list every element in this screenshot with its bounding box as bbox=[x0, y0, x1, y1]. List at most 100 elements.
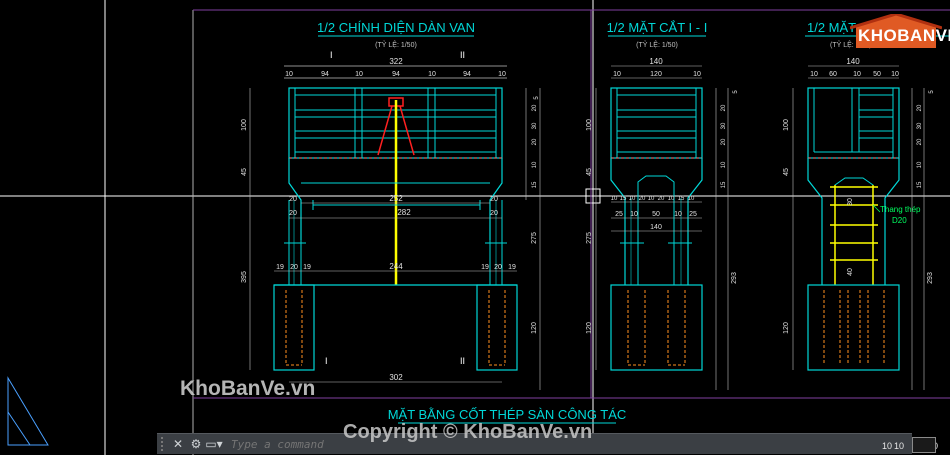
svg-text:244: 244 bbox=[389, 262, 403, 271]
svg-text:15: 15 bbox=[917, 181, 923, 188]
watermark-left: KhoBanVe.vn bbox=[180, 377, 316, 400]
svg-text:60: 60 bbox=[829, 71, 837, 78]
svg-text:10: 10 bbox=[674, 211, 682, 218]
svg-text:20: 20 bbox=[532, 104, 538, 111]
svg-text:30: 30 bbox=[532, 122, 538, 129]
svg-text:15: 15 bbox=[620, 196, 627, 202]
front-top-dim: 10 bbox=[428, 71, 436, 78]
svg-text:10: 10 bbox=[611, 196, 618, 202]
svg-text:5: 5 bbox=[929, 90, 935, 94]
front-top-dim: 94 bbox=[392, 71, 400, 78]
ucs-icon bbox=[7, 376, 49, 446]
svg-text:45: 45 bbox=[783, 168, 790, 176]
logo-text: KHOBANVE bbox=[858, 26, 950, 45]
close-icon[interactable]: ✕ bbox=[169, 437, 187, 451]
svg-text:275: 275 bbox=[531, 232, 538, 244]
svg-text:302: 302 bbox=[389, 373, 403, 382]
svg-text:20: 20 bbox=[721, 138, 727, 145]
command-history-icon[interactable]: ▭▾ bbox=[205, 437, 223, 451]
section-mark: II bbox=[460, 356, 465, 366]
svg-text:45: 45 bbox=[586, 168, 593, 176]
front-view-scale: (TỶ LỆ: 1/50) bbox=[375, 40, 417, 49]
svg-text:293: 293 bbox=[731, 272, 738, 284]
svg-text:140: 140 bbox=[649, 57, 663, 66]
svg-text:25: 25 bbox=[615, 211, 623, 218]
front-view-title: 1/2 CHÍNH DIỆN DÀN VAN bbox=[317, 20, 475, 35]
svg-text:20: 20 bbox=[290, 264, 298, 271]
svg-text:120: 120 bbox=[531, 322, 538, 334]
section-1-view: 1/2 MẶT CẮT I - I (TỶ LỆ: 1/50) 140 10 1… bbox=[586, 20, 739, 390]
svg-text:10: 10 bbox=[630, 211, 638, 218]
svg-text:120: 120 bbox=[586, 322, 593, 334]
section-1-title: 1/2 MẶT CẮT I - I bbox=[607, 20, 708, 35]
cad-drawing-canvas[interactable]: 1/2 CHÍNH DIỆN DÀN VAN (TỶ LỆ: 1/50) 322… bbox=[0, 0, 950, 455]
svg-text:20: 20 bbox=[721, 104, 727, 111]
section-mark: II bbox=[460, 50, 465, 60]
svg-text:5: 5 bbox=[534, 96, 540, 100]
svg-text:10: 10 bbox=[668, 196, 675, 202]
svg-text:10: 10 bbox=[648, 196, 655, 202]
svg-text:19: 19 bbox=[303, 264, 311, 271]
section-mark: I bbox=[325, 356, 328, 366]
watermark-center: Copyright © KhoBanVe.vn bbox=[343, 421, 593, 443]
svg-text:140: 140 bbox=[846, 57, 860, 66]
svg-text:100: 100 bbox=[783, 119, 790, 131]
svg-text:10: 10 bbox=[853, 71, 861, 78]
svg-text:50: 50 bbox=[873, 71, 881, 78]
ladder-label-size: D20 bbox=[892, 216, 907, 225]
svg-text:20: 20 bbox=[658, 196, 665, 202]
svg-text:20: 20 bbox=[917, 104, 923, 111]
svg-text:20: 20 bbox=[917, 138, 923, 145]
svg-text:20: 20 bbox=[490, 196, 498, 203]
svg-text:120: 120 bbox=[783, 322, 790, 334]
svg-text:30: 30 bbox=[847, 198, 854, 206]
svg-text:50: 50 bbox=[652, 211, 660, 218]
svg-text:20: 20 bbox=[639, 196, 646, 202]
bottom-dim: 10 bbox=[882, 441, 893, 451]
svg-text:15: 15 bbox=[678, 196, 685, 202]
svg-text:120: 120 bbox=[650, 71, 662, 78]
front-top-dim: 94 bbox=[463, 71, 471, 78]
svg-text:10: 10 bbox=[532, 161, 538, 168]
svg-text:252: 252 bbox=[389, 194, 403, 203]
front-top-dim: 10 bbox=[355, 71, 363, 78]
svg-text:10: 10 bbox=[629, 196, 636, 202]
svg-text:10: 10 bbox=[693, 71, 701, 78]
svg-text:10: 10 bbox=[721, 161, 727, 168]
svg-text:395: 395 bbox=[241, 271, 248, 283]
ladder-label: Thang thép bbox=[880, 205, 921, 214]
svg-text:30: 30 bbox=[721, 122, 727, 129]
svg-text:10: 10 bbox=[810, 71, 818, 78]
svg-text:20: 20 bbox=[289, 210, 297, 217]
section-2-view: 1/2 MẶT CẮT II - II (TỶ LỆ: 1/50) 140 10… bbox=[783, 20, 950, 390]
svg-text:282: 282 bbox=[397, 208, 411, 217]
svg-text:40: 40 bbox=[847, 268, 854, 276]
front-view: 1/2 CHÍNH DIỆN DÀN VAN (TỶ LỆ: 1/50) 322… bbox=[241, 20, 541, 390]
svg-text:20: 20 bbox=[494, 264, 502, 271]
svg-text:140: 140 bbox=[650, 224, 662, 231]
svg-text:10: 10 bbox=[613, 71, 621, 78]
svg-text:(TỶ LỆ: 1/50): (TỶ LỆ: 1/50) bbox=[636, 40, 678, 49]
svg-text:25: 25 bbox=[689, 211, 697, 218]
grip-handle[interactable] bbox=[161, 437, 169, 451]
svg-text:100: 100 bbox=[586, 119, 593, 131]
svg-text:275: 275 bbox=[586, 232, 593, 244]
svg-text:19: 19 bbox=[481, 264, 489, 271]
svg-text:30: 30 bbox=[917, 122, 923, 129]
wrench-icon[interactable]: ⚙ bbox=[187, 437, 205, 451]
viewport-button[interactable] bbox=[912, 437, 936, 453]
section-mark: I bbox=[330, 50, 333, 60]
svg-text:100: 100 bbox=[241, 119, 248, 131]
svg-text:10: 10 bbox=[917, 161, 923, 168]
svg-text:5: 5 bbox=[733, 90, 739, 94]
plan-title: MẶT BẰNG CỐT THÉP SÀN CÔNG TÁC bbox=[388, 407, 627, 422]
front-top-dim: 94 bbox=[321, 71, 329, 78]
front-top-dim: 10 bbox=[285, 71, 293, 78]
svg-text:20: 20 bbox=[532, 138, 538, 145]
bottom-dim: 10 bbox=[894, 441, 905, 451]
svg-text:10: 10 bbox=[891, 71, 899, 78]
svg-text:19: 19 bbox=[508, 264, 516, 271]
front-top-dim: 10 bbox=[498, 71, 506, 78]
ucs-icon-line bbox=[7, 411, 31, 446]
svg-text:45: 45 bbox=[241, 168, 248, 176]
